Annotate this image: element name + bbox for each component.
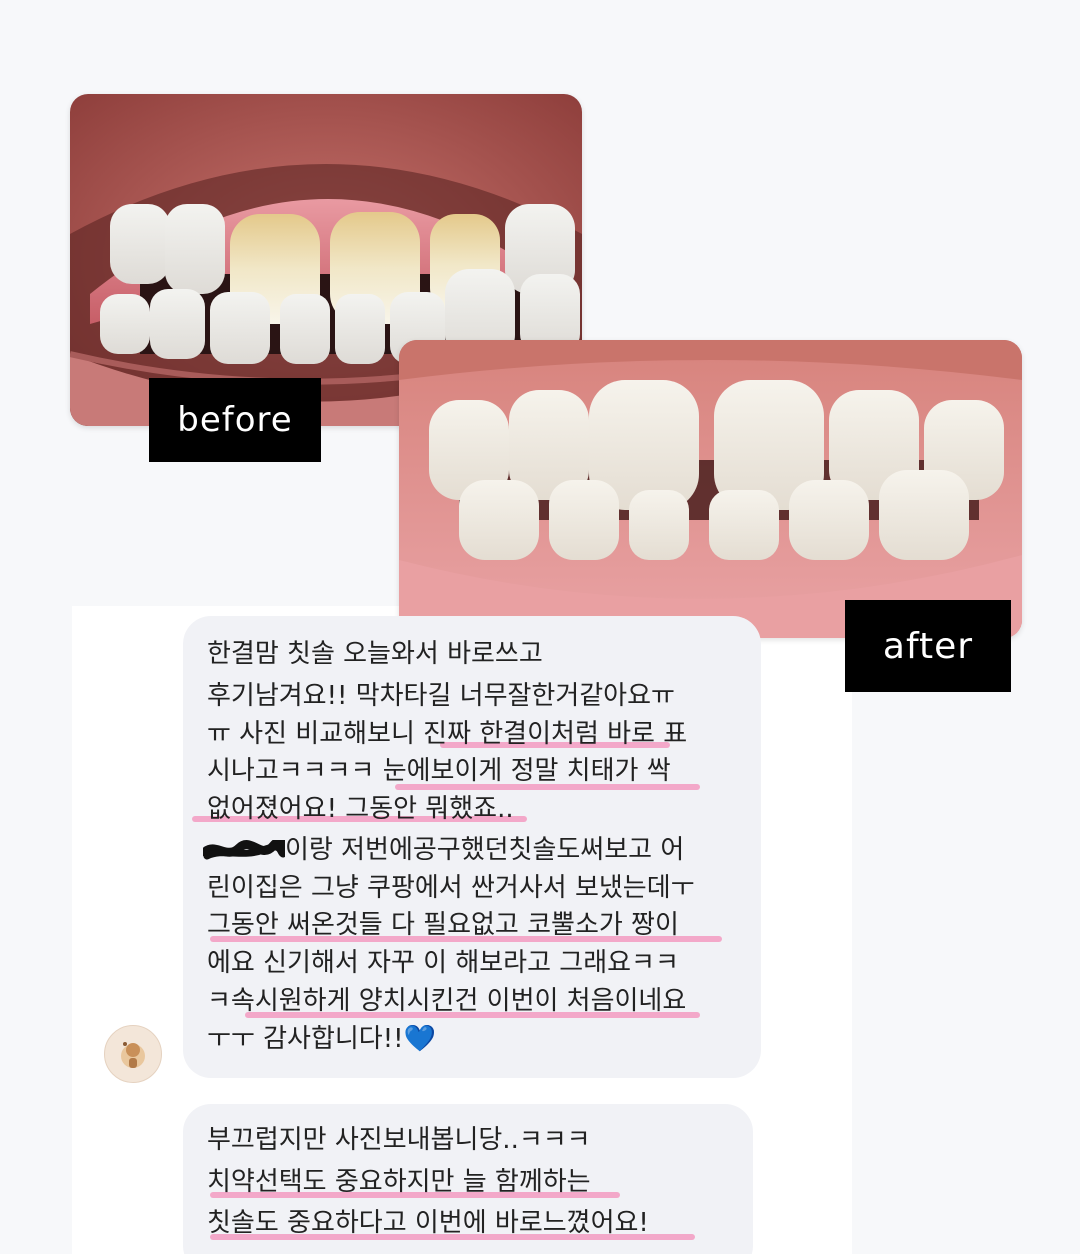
message-line: 그동안 써온것들 다 필요없고 코뿔소가 짱이 [207,910,679,940]
message-line: ㅜㅜ 감사합니다!!💙 [207,1024,436,1054]
message-line: 이랑 저번에공구했던칫솔도써보고 어 [285,835,685,865]
message-line: ㅋ속시원하게 양치시킨건 이번이 처음이네요 [207,986,687,1016]
message-line: 에요 신기해서 자꾸 이 해보라고 그래요ㅋㅋ [207,948,679,978]
message-line: 칫솔도 중요하다고 이번에 바로느꼈어요! [207,1208,649,1238]
message-line: 시나고ㅋㅋㅋㅋ 눈에보이게 정말 치태가 싹 [207,756,671,786]
after-teeth-image [399,340,1022,638]
message-line: 후기남겨요!! 막차타길 너무잘한거같아요ㅠ [207,681,675,711]
message-line: 린이집은 그냥 쿠팡에서 싼거사서 보냈는데ㅜ [207,873,695,903]
message-line: 부끄럽지만 사진보내봅니당..ㅋㅋㅋ [207,1125,591,1155]
message-line: 한결맘 칫솔 오늘와서 바로쓰고 [207,639,543,669]
avatar[interactable] [104,1025,162,1083]
before-label: before [149,378,321,462]
redaction-scribble [203,840,285,860]
message-line: 없어졌어요! 그동안 뭐했죠.. [207,794,514,824]
after-label: after [845,600,1011,692]
profile-character-icon [121,1042,145,1068]
review-screenshot: before after 한결맘 칫솔 오늘와서 바로쓰고 후기남겨요!! 막차… [0,0,1080,1254]
message-line: ㅠ 사진 비교해보니 진짜 한결이처럼 바로 표 [207,719,688,749]
message-line: 치약선택도 중요하지만 늘 함께하는 [207,1167,591,1197]
after-photo [399,340,1022,638]
